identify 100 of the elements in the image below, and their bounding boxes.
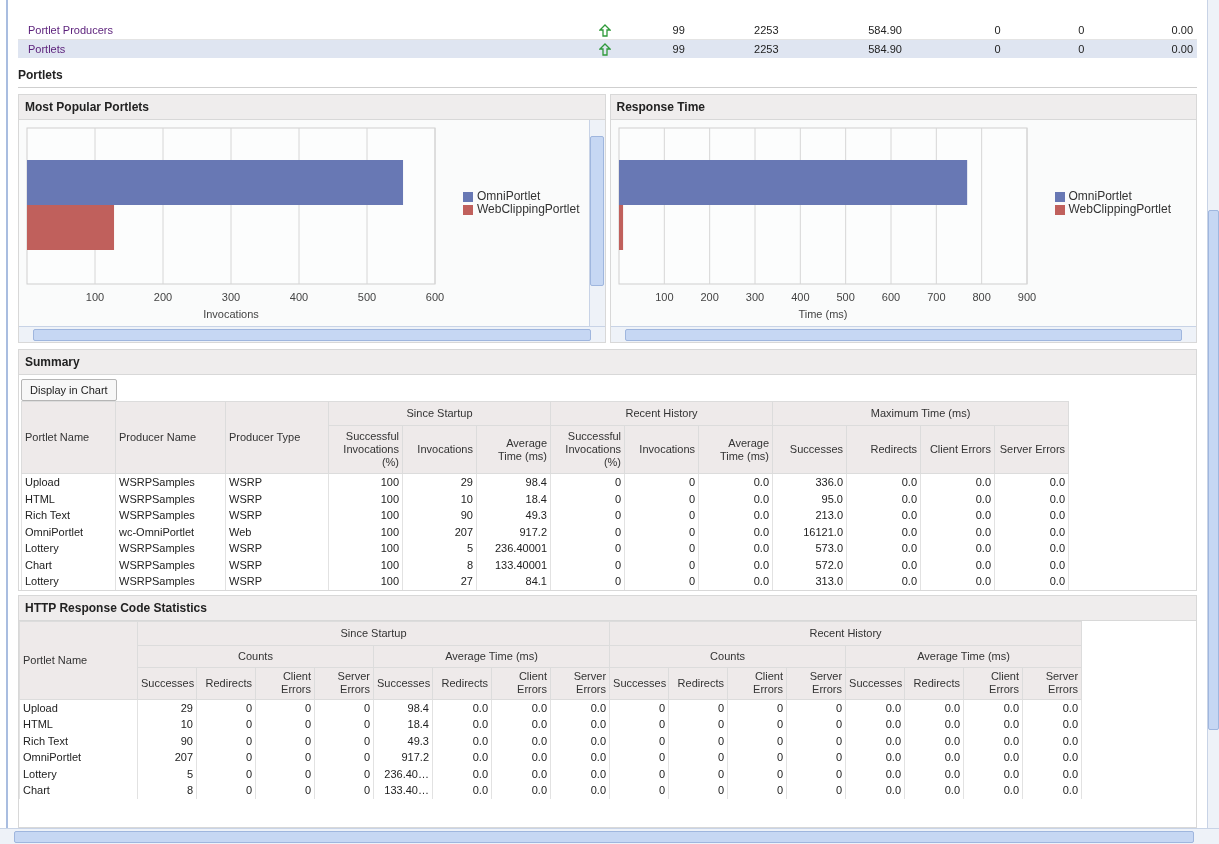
table-cell: 0 <box>717 767 724 780</box>
table-cell: 10 <box>180 718 193 730</box>
table-row[interactable]: Portlet Producers 99 2253 584.90 0 0 0.00 <box>18 22 1197 40</box>
vertical-scrollbar[interactable] <box>1207 0 1219 828</box>
column-header: Successful Invocations (%) <box>565 430 621 468</box>
table-cell: 0.0 <box>753 575 769 587</box>
table-cell: 0.0 <box>472 718 488 730</box>
table-cell: 0 <box>614 542 621 554</box>
table-cell: 100 <box>380 558 399 571</box>
table-cell: 0.0 <box>753 558 769 571</box>
table-cell: 0.0 <box>944 767 960 780</box>
up-arrow-icon <box>598 42 611 56</box>
selected-row[interactable]: Portlets 99 2253 584.90 0 0 0.00 <box>18 40 1197 58</box>
table-cell: 18.4 <box>407 718 429 730</box>
horizontal-scrollbar[interactable] <box>0 828 1219 844</box>
column-group-header: Average Time (ms) <box>917 649 1010 662</box>
axis-tick-label: 100 <box>85 291 105 303</box>
table-cell: 0.0 <box>1049 476 1065 488</box>
table-cell: WSRPSamples <box>119 558 195 571</box>
table-cell: 0 <box>614 509 621 521</box>
column-header: Average Time (ms) <box>497 436 547 462</box>
table-cell: WSRP <box>229 558 262 571</box>
table-cell: 98.4 <box>525 476 547 488</box>
table-cell: 0.0 <box>944 734 960 747</box>
table-cell: 0.0 <box>531 784 547 796</box>
column-header: Successes <box>141 676 195 689</box>
table-cell: 0.0 <box>531 718 547 730</box>
table-cell: 236.40… <box>384 767 429 780</box>
column-header: Redirects <box>913 676 961 689</box>
producer-link[interactable]: Portlets <box>28 42 66 55</box>
table-cell: 0.0 <box>944 718 960 730</box>
column-header: Client Errors <box>517 670 547 695</box>
table-cell: 0.0 <box>531 767 547 780</box>
table-cell: 0 <box>363 767 370 780</box>
column-header: Producer Type <box>229 431 301 443</box>
table-cell: 0 <box>614 492 621 505</box>
table-cell: Lottery <box>25 542 59 554</box>
table-cell: 0.0 <box>590 784 606 796</box>
table-cell: 0 <box>245 718 252 730</box>
panel-title: HTTP Response Code Statistics <box>25 600 207 615</box>
table-cell: 0 <box>614 525 621 538</box>
column-header: Server Errors <box>999 443 1066 455</box>
table-cell: 0.0 <box>944 784 960 796</box>
table-cell: 0.00 <box>1171 24 1193 37</box>
legend-label: WebClippingPortlet <box>477 203 580 216</box>
display-in-chart-button[interactable]: Display in Chart <box>21 379 117 401</box>
axis-tick-label: 200 <box>153 291 173 303</box>
legend-swatch <box>463 191 473 202</box>
table-cell: 0.0 <box>975 558 991 571</box>
table-cell: 0 <box>1078 42 1085 55</box>
column-header: Successes <box>377 676 431 689</box>
table-cell: 0 <box>658 767 665 780</box>
horizontal-scrollbar[interactable] <box>19 326 605 342</box>
table-cell: Rich Text <box>25 509 71 521</box>
table-cell: 16121.0 <box>803 525 843 538</box>
table-cell: 100 <box>380 525 399 538</box>
vertical-scrollbar[interactable] <box>588 120 605 326</box>
table-cell: 0.0 <box>901 558 917 571</box>
legend-swatch <box>463 204 473 215</box>
table-cell: 313.0 <box>815 575 843 587</box>
axis-tick-label: 500 <box>357 291 377 303</box>
table-cell: 0.0 <box>753 542 769 554</box>
table-cell: 0.0 <box>1049 558 1065 571</box>
legend-label: OmniPortlet <box>477 190 541 203</box>
column-header: Server Errors <box>337 670 370 695</box>
table-cell: WSRPSamples <box>119 542 195 554</box>
table-cell: 8 <box>186 784 193 796</box>
table-cell: 0 <box>776 701 783 714</box>
panel-title: Most Popular Portlets <box>25 100 149 114</box>
panel-title: Summary <box>25 355 80 369</box>
table-cell: 0 <box>688 492 695 505</box>
table-cell: 0.0 <box>901 525 917 538</box>
table-cell: 49.3 <box>525 509 547 521</box>
table-cell: 100 <box>380 492 399 505</box>
table-cell: 0 <box>614 558 621 571</box>
table-cell: 0.0 <box>1003 784 1019 796</box>
table-cell: 0.0 <box>885 718 901 730</box>
table-cell: 0 <box>245 734 252 747</box>
table-cell: 0.0 <box>472 784 488 796</box>
table-cell: 0.0 <box>901 509 917 521</box>
table-cell: 0.0 <box>1003 718 1019 730</box>
axis-tick-label: 700 <box>926 291 945 303</box>
table-cell: 0 <box>363 701 370 714</box>
table-cell: 0 <box>688 542 695 554</box>
table-cell: WSRP <box>229 476 262 488</box>
horizontal-scrollbar[interactable] <box>610 326 1196 342</box>
axis-tick-label: 500 <box>836 291 855 303</box>
table-cell: 18.4 <box>525 492 547 505</box>
column-header: Redirects <box>441 676 488 689</box>
table-cell: 99 <box>672 42 685 55</box>
table-cell: 0 <box>717 751 724 763</box>
table-cell: WSRP <box>229 542 262 554</box>
column-group-header: Since Startup <box>406 407 473 419</box>
axis-tick-label: 800 <box>972 291 991 303</box>
table-cell: HTML <box>25 492 55 505</box>
table-cell: 0 <box>717 784 724 796</box>
legend-label: WebClippingPortlet <box>1068 203 1171 216</box>
producer-link[interactable]: Portlet Producers <box>28 24 113 37</box>
table-cell: 0.0 <box>885 751 901 763</box>
column-header: Portlet Name <box>25 431 90 443</box>
